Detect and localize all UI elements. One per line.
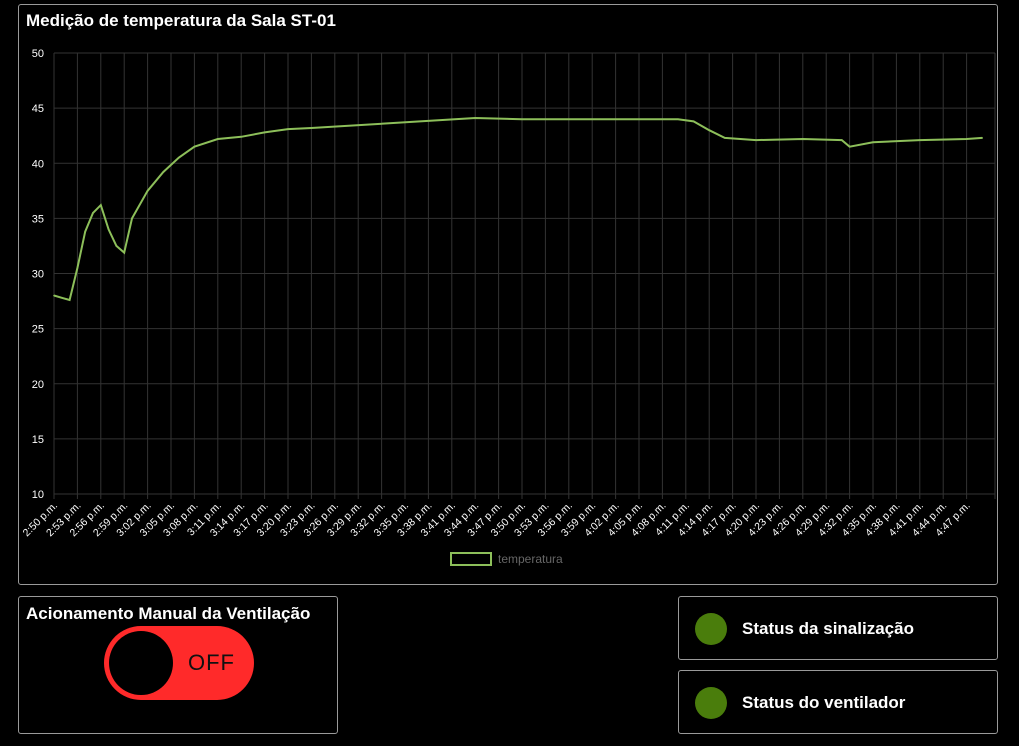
y-tick-label: 25 [32,324,44,336]
y-tick-label: 35 [32,213,44,225]
y-tick-label: 45 [32,103,44,115]
signal-status-panel: Status da sinalização [678,596,998,660]
temperatura-point [76,267,79,269]
temperatura-point [848,145,851,148]
temperatura-point [53,294,55,297]
temperatura-point [521,118,523,120]
fan-status-panel: Status do ventilador [678,670,998,734]
toggle-knob [109,631,173,695]
temperatura-point [193,145,196,148]
temperatura-point [872,141,874,144]
temperatura-point [107,228,110,231]
temperatura-point [708,129,710,131]
temperatura-point [474,117,477,119]
temperatura-point [310,127,313,129]
temperatura-point [123,251,125,254]
temperatura-point [68,299,71,301]
temperatura-point [162,171,164,173]
temperatura-point [146,190,149,192]
legend-label: temperatura [498,552,563,566]
temperatura-point [755,139,757,141]
y-tick-label: 10 [32,489,44,501]
legend-swatch [450,552,492,566]
temperatura-point [263,131,266,134]
temperatura-point [100,204,102,206]
temperatura-point [692,120,695,123]
signal-status-label: Status da sinalização [742,619,914,638]
temperatura-point [287,128,289,130]
temperatura-point [178,156,180,159]
temperatura-point [981,137,983,139]
y-tick-label: 30 [32,269,44,281]
y-tick-label: 50 [32,48,44,60]
temperatura-point [802,138,804,140]
temperature-chart: 1015202530354045502:50 p.m.2:53 p.m.2:56… [21,48,996,566]
manual-ventilation-panel: Acionamento Manual da Ventilação OFF [18,596,338,734]
temperatura-point [217,138,219,140]
y-tick-label: 40 [32,158,44,170]
temperatura-point [841,139,843,141]
ventilation-toggle[interactable]: OFF [104,626,254,700]
temperatura-series-line [53,116,983,302]
temperatura-point [919,139,921,141]
temperatura-point [677,118,679,120]
temperatura-point [115,245,118,247]
toggle-state-label: OFF [188,650,235,675]
temperatura-point [599,118,601,120]
fan-status-label: Status do ventilador [742,693,906,712]
fan-status-led-icon [695,687,727,719]
temperatura-point [965,138,968,140]
temperatura-point [61,296,63,299]
temperatura-point [92,212,94,214]
y-tick-label: 20 [32,379,44,391]
y-tick-label: 15 [32,434,44,446]
temperatura-point [131,217,133,220]
temperatura-point [724,137,726,139]
chart-panel: Medição de temperatura da Sala ST-01 10 1… [18,4,998,585]
signal-status-led-icon [695,613,727,645]
temperatura-point [240,135,242,138]
temperatura-point [84,230,86,233]
manual-ventilation-title: Acionamento Manual da Ventilação [26,604,311,623]
